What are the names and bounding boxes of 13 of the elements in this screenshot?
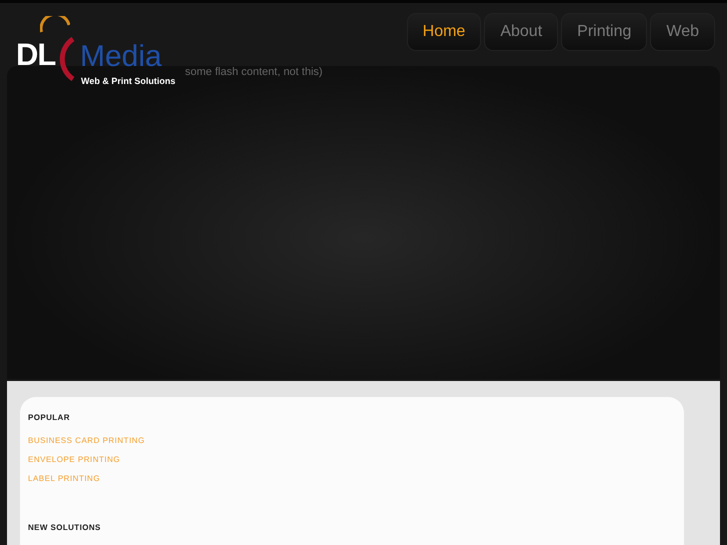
- logo-tagline: Web & Print Solutions: [81, 76, 176, 86]
- nav-tab[interactable]: About: [484, 13, 558, 51]
- nav-tab[interactable]: Web: [650, 13, 715, 51]
- section-heading: NEW SOLUTIONS: [28, 523, 102, 532]
- logo-name: Media: [80, 40, 162, 74]
- hero-note: some flash content, not this): [185, 66, 323, 78]
- nav-tab[interactable]: Printing: [561, 13, 648, 51]
- nav-tab[interactable]: Home: [406, 13, 482, 51]
- arc-icon: [40, 16, 70, 33]
- section-heading: POPULAR: [28, 413, 71, 422]
- logo[interactable]: DL Media Web & Print Solutions: [14, 3, 174, 98]
- logo-initials: DL: [16, 37, 56, 73]
- arc-icon: [59, 36, 75, 82]
